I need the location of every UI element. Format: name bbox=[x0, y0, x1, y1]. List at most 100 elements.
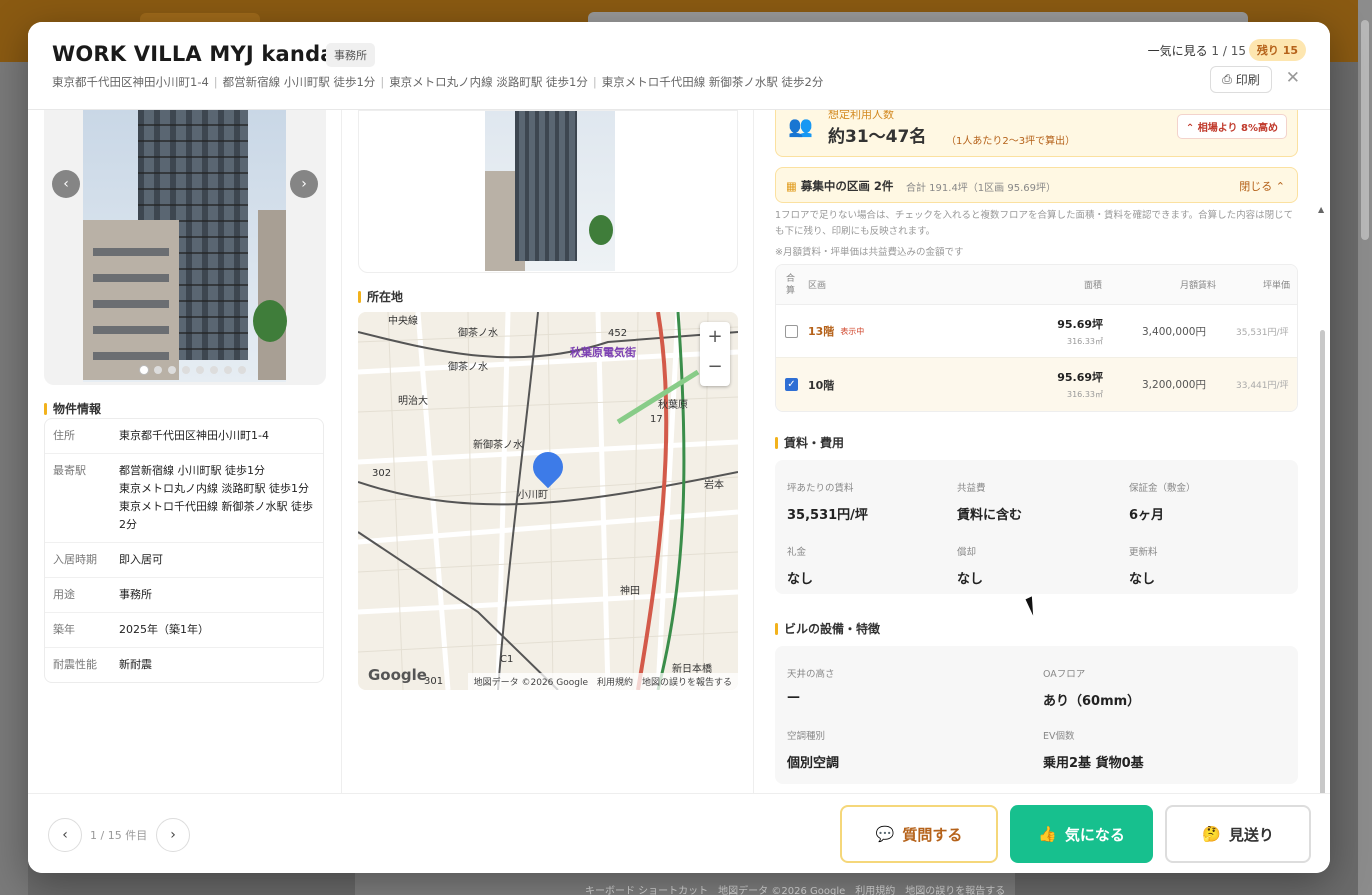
map-label: 岩本 bbox=[704, 480, 724, 491]
building-thumbnail[interactable] bbox=[358, 110, 738, 273]
map-poi[interactable]: 秋葉原電気街 bbox=[570, 344, 636, 360]
skip-button[interactable]: 🤔 見送り bbox=[1165, 805, 1311, 863]
floor-tsubo: 33,441円/坪 bbox=[1236, 381, 1289, 391]
info-key: 耐震性能 bbox=[53, 658, 97, 671]
property-info-heading: 物件情報 bbox=[44, 400, 101, 417]
gallery-next-button[interactable]: › bbox=[290, 170, 318, 198]
gallery-dot[interactable] bbox=[182, 366, 190, 374]
map-route-label: 302 bbox=[372, 468, 392, 479]
page-scrollbar-thumb[interactable] bbox=[1361, 20, 1369, 240]
gallery-dot[interactable] bbox=[196, 366, 204, 374]
gallery-dot[interactable] bbox=[224, 366, 232, 374]
fee-item: 保証金（敷金） 6ヶ月 bbox=[1129, 483, 1196, 523]
google-logo: Google bbox=[368, 666, 427, 684]
collapse-toggle[interactable]: 閉じる ⌃ bbox=[1239, 178, 1285, 194]
info-value: 事務所 bbox=[119, 588, 152, 601]
map-label: 新御茶ノ水 bbox=[473, 440, 523, 451]
occupancy-value: 約31〜47名 bbox=[828, 127, 927, 147]
thinking-face-icon: 🤔 bbox=[1202, 825, 1221, 843]
recruiting-title: 募集中の区画 2件 bbox=[800, 179, 894, 193]
recruiting-note: 1フロアで足りない場合は、チェックを入れると複数フロアを合算した面積・賃料を確認… bbox=[775, 210, 1294, 237]
equipment-item: EV個数 乗用2基 貨物0基 bbox=[1043, 731, 1144, 771]
like-label: 気になる bbox=[1064, 825, 1125, 844]
location-map[interactable]: 中央線 御茶ノ水 御茶ノ水 秋葉原電気街 明治大 新御茶ノ水 秋葉原 小川町 岩… bbox=[358, 312, 738, 690]
gallery-dot[interactable] bbox=[238, 366, 246, 374]
people-icon: 👥 bbox=[788, 114, 813, 138]
floor-table: 合算 区画 面積 月額賃料 坪単価 13階 表示中 95.69坪 316.33㎡ 3… bbox=[775, 264, 1298, 412]
occupancy-note: （1人あたり2〜3坪で算出） bbox=[946, 136, 1076, 147]
info-value: 即入居可 bbox=[119, 553, 163, 566]
page-scrollbar[interactable] bbox=[1358, 0, 1372, 895]
thumbs-up-icon: 👍 bbox=[1038, 825, 1057, 843]
map-label: 御茶ノ水 bbox=[458, 328, 498, 339]
floor-area: 95.69坪 bbox=[1057, 371, 1103, 384]
floor-row[interactable]: ✓ 10階 95.69坪 316.33㎡ 3,200,000円 33,441円/坪 bbox=[776, 358, 1297, 411]
map-route-label: 452 bbox=[608, 328, 628, 339]
floor-row[interactable]: 13階 表示中 95.69坪 316.33㎡ 3,400,000円 35,531円/… bbox=[776, 305, 1297, 358]
info-value: 2025年（築1年） bbox=[119, 623, 209, 636]
gallery-dot[interactable] bbox=[210, 366, 218, 374]
fee-item: 共益費 賃料に含む bbox=[957, 483, 1023, 523]
print-label: 印刷 bbox=[1235, 73, 1260, 87]
like-button[interactable]: 👍 気になる bbox=[1010, 805, 1153, 863]
property-detail-modal: WORK VILLA MYJ kanda 事務所 東京都千代田区神田小川町1-4… bbox=[28, 22, 1330, 873]
ask-button[interactable]: 💬 質問する bbox=[840, 805, 998, 863]
floor-rent: 3,400,000円 bbox=[1142, 325, 1206, 338]
ikki-label: 一気に見る bbox=[1147, 44, 1208, 58]
occupancy-label: 想定利用人数 bbox=[828, 110, 894, 121]
combine-checkbox[interactable] bbox=[785, 324, 798, 338]
equipment-item: OAフロア あり（60mm） bbox=[1043, 669, 1141, 709]
zoom-in-button[interactable]: + bbox=[700, 322, 730, 352]
modal-footer: ‹ 1 / 15 件目 › 💬 質問する 👍 気になる 🤔 見送り bbox=[28, 793, 1330, 873]
chat-icon: 💬 bbox=[875, 825, 895, 843]
ikki-view[interactable]: 一気に見る 1 / 15 bbox=[1148, 42, 1246, 59]
info-row: 用途 事務所 bbox=[45, 578, 323, 613]
col-check: 合算 bbox=[786, 273, 796, 296]
info-value: 東京都千代田区神田小川町1-4 bbox=[119, 429, 269, 442]
map-attribution[interactable]: 地図データ ©2026 Google 利用規約 地図の誤りを報告する bbox=[467, 673, 738, 690]
ask-label: 質問する bbox=[902, 825, 963, 844]
occupancy-card: 👥 想定利用人数 約31〜47名 （1人あたり2〜3坪で算出） ⌃ 相場より 8… bbox=[775, 110, 1298, 157]
prev-page-button[interactable]: ‹ bbox=[48, 818, 82, 852]
left-column: ‹ › 物件情報 住所 東京都千代田区神田小川町1-4 最寄駅 都営新宿線 小川町駅… bbox=[28, 110, 340, 793]
map-label: 中央線 bbox=[388, 316, 418, 327]
panel-scrollbar[interactable]: ▲▼ bbox=[1318, 205, 1326, 793]
gallery-dot[interactable] bbox=[168, 366, 176, 374]
panel-scrollbar-thumb[interactable] bbox=[1320, 330, 1325, 793]
fee-item: 坪あたりの賃料 35,531円/坪 bbox=[787, 483, 868, 523]
info-key: 用途 bbox=[53, 588, 75, 601]
property-info-table: 住所 東京都千代田区神田小川町1-4 最寄駅 都営新宿線 小川町駅 徒歩1分 東京メト… bbox=[44, 418, 324, 683]
gallery-dot[interactable] bbox=[140, 366, 148, 374]
map-label: 小川町 bbox=[518, 490, 548, 501]
info-row: 住所 東京都千代田区神田小川町1-4 bbox=[45, 419, 323, 454]
fees-panel: 坪あたりの賃料 35,531円/坪 共益費 賃料に含む 保証金（敷金） 6ヶ月 礼金な… bbox=[775, 460, 1298, 594]
access-station-3: 東京メトロ千代田線 新御茶ノ水駅 徒歩2分 bbox=[601, 75, 824, 89]
access-line: 東京都千代田区神田小川町1-4 | 都営新宿線 小川町駅 徒歩1分 | 東京メトロ丸ノ内… bbox=[52, 75, 824, 89]
modal-header: WORK VILLA MYJ kanda 事務所 東京都千代田区神田小川町1-4… bbox=[28, 22, 1330, 110]
floor-name: 13階 bbox=[808, 325, 835, 338]
next-page-button[interactable]: › bbox=[156, 818, 190, 852]
close-icon[interactable]: ✕ bbox=[1286, 68, 1300, 88]
print-button[interactable]: ⎙ 印刷 bbox=[1210, 66, 1272, 93]
scroll-up-icon[interactable]: ▲ bbox=[1318, 205, 1324, 214]
fees-heading: 賃料・費用 bbox=[775, 434, 844, 451]
gallery-dot[interactable] bbox=[154, 366, 162, 374]
floor-name: 10階 bbox=[808, 378, 835, 392]
fee-item: 礼金 なし bbox=[787, 547, 814, 587]
gallery-dots bbox=[140, 366, 246, 374]
property-type-tag: 事務所 bbox=[326, 43, 375, 67]
floor-tsubo: 35,531円/坪 bbox=[1236, 327, 1289, 338]
chevron-up-icon: ⌃ bbox=[1275, 180, 1285, 193]
gallery-prev-button[interactable]: ‹ bbox=[52, 170, 80, 198]
map-label: 神田 bbox=[620, 586, 640, 597]
map-label: 明治大 bbox=[398, 396, 428, 407]
background-map-attribution: キーボード ショートカット 地図データ ©2026 Google 利用規約 地図… bbox=[355, 870, 1015, 895]
market-badge-label: 相場より 8%高め bbox=[1197, 123, 1278, 134]
background-sidebar bbox=[0, 62, 28, 895]
fee-item: 償却 なし bbox=[957, 547, 984, 587]
zoom-out-button[interactable]: − bbox=[700, 352, 730, 382]
recruiting-header[interactable]: ▦ 募集中の区画 2件 合計 191.4坪（1区画 95.69坪） 閉じる ⌃ bbox=[775, 167, 1298, 203]
info-key: 住所 bbox=[53, 429, 75, 442]
combine-checkbox-checked[interactable]: ✓ bbox=[785, 378, 798, 391]
map-route-label: C1 bbox=[500, 654, 514, 665]
